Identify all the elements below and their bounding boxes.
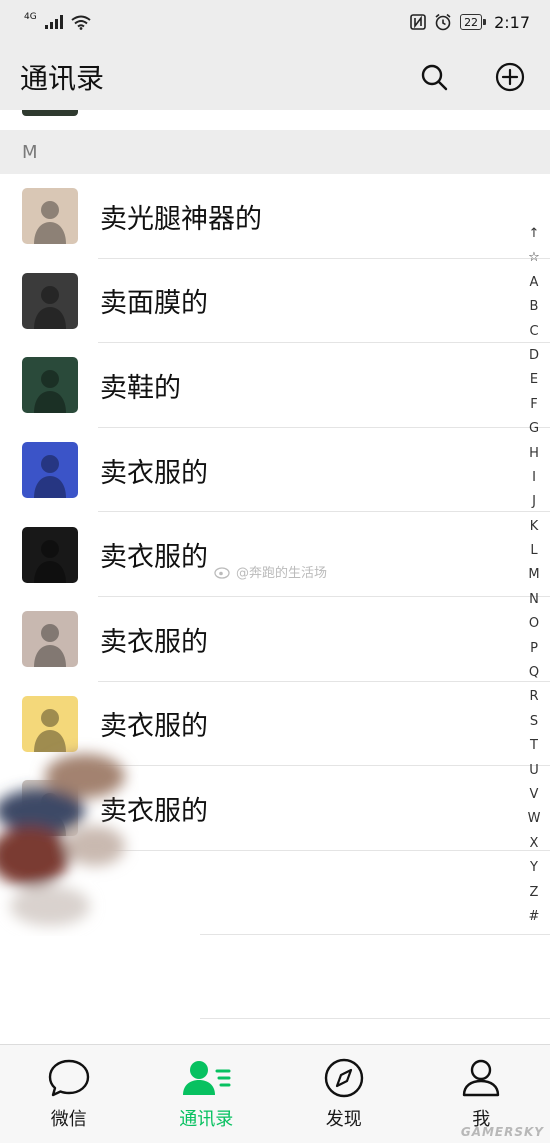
index-letter[interactable]: ↑ [529,222,540,246]
corner-watermark: GAMERSKY [460,1125,544,1139]
index-letter[interactable]: K [530,515,539,539]
index-letter[interactable]: L [530,539,537,563]
index-letter[interactable]: O [529,612,539,636]
tab-label: 通讯录 [179,1109,234,1130]
index-letter[interactable]: D [529,344,539,368]
avatar [22,442,78,499]
index-letter[interactable]: I [532,466,536,490]
tab-label: 微信 [50,1109,87,1130]
index-letter[interactable]: B [530,295,539,319]
index-letter[interactable]: Q [529,661,539,685]
status-right: 22 2:17 [410,13,530,32]
index-letter[interactable]: ☆ [528,246,540,270]
index-letter[interactable]: T [530,734,538,758]
avatar [22,526,78,583]
contact-row[interactable]: 卖光腿神器的 [0,174,550,259]
battery-indicator: 22 [460,14,487,30]
index-letter[interactable]: R [529,685,538,709]
index-letter[interactable]: Y [530,856,538,880]
signal-icon [44,15,63,29]
index-letter[interactable]: M [528,563,539,587]
tab-bar: 微信 通讯录 发现 我 GAMERSKY [0,1044,550,1143]
page-title: 通讯录 [20,62,105,95]
index-letter[interactable]: N [529,588,539,612]
nav-bar: 通讯录 [0,44,550,110]
wifi-icon [71,15,91,30]
tab-label: 发现 [325,1109,362,1130]
contact-row[interactable]: 卖鞋的 [0,343,550,428]
search-button[interactable] [414,57,454,97]
index-letter[interactable]: V [530,783,539,807]
contacts-icon [183,1061,231,1095]
index-letter[interactable]: # [529,905,540,929]
index-letter[interactable]: H [529,442,539,466]
network-type: 4G [24,12,37,22]
contact-name: 卖面膜的 [100,288,208,320]
index-letter[interactable]: S [530,710,538,734]
contact-name: 卖衣服的 [100,457,208,489]
contact-name: 卖衣服的 [100,626,208,658]
weibo-icon [214,566,230,579]
chat-icon [48,1059,89,1097]
avatar [22,188,78,245]
status-bar: 4G 22 2:17 [0,0,550,44]
list-item-partial[interactable] [0,110,550,130]
search-icon [421,64,448,91]
profile-icon [463,1059,500,1097]
index-letter[interactable]: F [530,393,537,417]
tab-contacts[interactable]: 通讯录 [138,1045,276,1143]
add-button[interactable] [490,57,530,97]
compass-icon [324,1058,363,1098]
status-left: 4G [24,12,91,30]
list-item-blurred[interactable] [0,935,550,1019]
index-letter[interactable]: C [529,320,538,344]
contact-row[interactable]: 卖衣服的 [0,427,550,513]
avatar [22,357,78,414]
contact-name: 卖鞋的 [100,372,181,404]
index-letter[interactable]: G [529,417,539,441]
alarm-icon [435,13,451,31]
contact-row[interactable]: 卖衣服的 [0,512,550,597]
battery-level: 22 [464,15,479,29]
tab-chats[interactable]: 微信 [0,1045,138,1143]
watermark: @奔跑的生活场 [214,562,327,581]
index-letter[interactable]: E [530,368,538,392]
index-letter[interactable]: J [532,490,536,514]
index-letter[interactable]: A [530,271,539,295]
blurred-avatar [0,754,125,926]
add-circle-icon [495,62,525,92]
clock: 2:17 [494,12,530,32]
avatar [22,272,78,329]
tab-discover[interactable]: 发现 [275,1045,413,1143]
nfc-icon [410,14,426,30]
contact-row[interactable]: 卖面膜的 [0,258,550,344]
avatar [22,611,78,668]
contact-name: 卖衣服的 [100,542,208,574]
contact-row[interactable]: 卖衣服的 [0,596,550,682]
index-letter[interactable]: U [529,759,539,783]
index-letter[interactable]: Z [530,881,539,905]
watermark-text: @奔跑的生活场 [236,566,328,581]
index-letter[interactable]: P [530,637,538,661]
section-header: M [0,130,550,174]
avatar [22,110,78,116]
alphabet-index[interactable]: ↑ ☆ A B C D E F G H I J K L M N O P Q R S T U V W X Y Z # [524,222,544,929]
contact-name: 卖光腿神器的 [100,203,262,235]
index-letter[interactable]: X [530,832,539,856]
index-letter[interactable]: W [528,807,541,831]
